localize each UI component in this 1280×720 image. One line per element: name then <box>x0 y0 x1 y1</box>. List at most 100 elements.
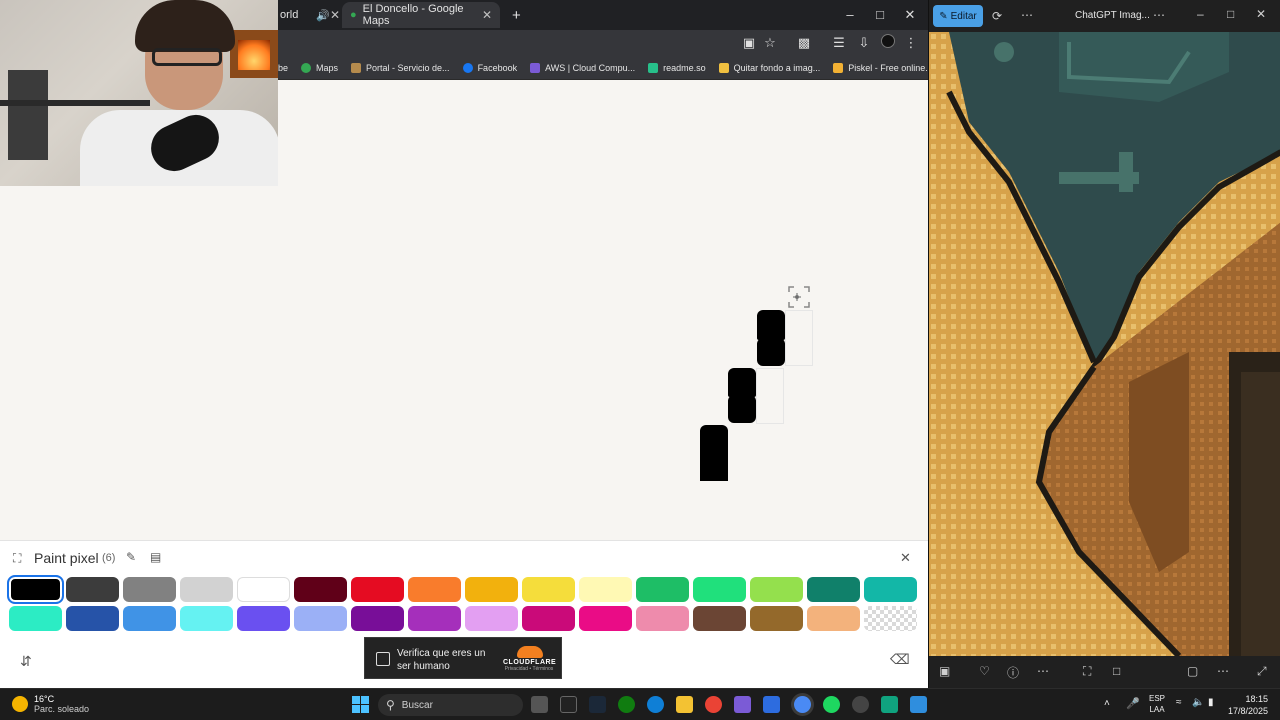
extensions-icon[interactable]: ▩ <box>795 34 813 52</box>
color-swatch[interactable] <box>807 606 860 631</box>
close-tab-icon[interactable]: ✕ <box>330 8 340 22</box>
captcha-checkbox[interactable] <box>376 652 390 666</box>
filmstrip-icon[interactable]: ▣ <box>939 664 950 678</box>
fullscreen-icon[interactable]: ⤢ <box>1257 664 1267 679</box>
download-icon[interactable]: ⇩ <box>855 34 873 52</box>
minimize-icon[interactable]: – <box>838 4 862 26</box>
chrome-icon[interactable] <box>705 696 722 713</box>
painted-pixel[interactable] <box>700 425 728 454</box>
more-options-icon[interactable]: ⋯ <box>1021 8 1033 22</box>
browser-menu-icon[interactable]: ⋮ <box>902 34 920 52</box>
bookmark-star-icon[interactable]: ☆ <box>761 34 779 52</box>
color-swatch[interactable] <box>408 577 461 602</box>
select-area-icon[interactable]: □ <box>1113 664 1120 678</box>
color-swatch[interactable] <box>750 577 803 602</box>
more-options-icon[interactable]: ⋯ <box>1037 664 1049 678</box>
tab-previous[interactable]: orld 🔊 ✕ <box>272 2 342 28</box>
new-tab-button[interactable]: + <box>504 2 524 28</box>
painted-pixel[interactable] <box>757 310 785 340</box>
minimize-icon[interactable]: – <box>1197 7 1204 21</box>
color-swatch[interactable] <box>579 606 632 631</box>
volume-icon[interactable]: 🔈 <box>1192 697 1204 708</box>
start-button[interactable] <box>352 696 369 713</box>
color-swatch[interactable] <box>123 577 176 602</box>
tray-overflow-icon[interactable]: ˄ <box>1104 698 1110 709</box>
bookmark-readme[interactable]: readme.so <box>648 62 706 73</box>
weather-widget[interactable]: 16°C Parc. soleado <box>12 694 89 714</box>
fill-icon[interactable]: ▤ <box>150 550 161 564</box>
color-swatch[interactable] <box>864 577 917 602</box>
color-swatch[interactable] <box>180 606 233 631</box>
maximize-icon[interactable]: □ <box>868 4 892 26</box>
expand-vertical-icon[interactable]: ⇵ <box>20 653 32 670</box>
color-swatch[interactable] <box>408 606 461 631</box>
color-swatch[interactable] <box>294 606 347 631</box>
chatgpt-icon[interactable] <box>881 696 898 713</box>
edit-button[interactable]: ✎ Editar <box>933 5 983 27</box>
xbox-icon[interactable] <box>618 696 635 713</box>
color-swatch[interactable] <box>579 577 632 602</box>
microphone-icon[interactable]: 🎤 <box>1126 697 1140 710</box>
crop-icon[interactable]: ⛶ <box>1083 664 1091 679</box>
battery-icon[interactable]: ▮ <box>1208 697 1214 708</box>
painted-pixel[interactable] <box>757 338 785 366</box>
favorite-heart-icon[interactable]: ♡ <box>979 664 990 678</box>
tab-google-maps[interactable]: ● El Doncello - Google Maps ✕ <box>342 2 500 28</box>
bookmark-portal[interactable]: Portal - Servicio de... <box>351 62 450 73</box>
pencil-icon[interactable]: ✎ <box>126 550 136 564</box>
color-swatch[interactable] <box>522 606 575 631</box>
media-controls-icon[interactable]: ☰ <box>830 34 848 52</box>
rotate-icon[interactable]: ⟳ <box>992 9 1002 23</box>
close-window-icon[interactable]: ✕ <box>1256 7 1266 21</box>
spotify-icon[interactable] <box>823 696 840 713</box>
color-swatch[interactable] <box>7 575 64 604</box>
chrome-active-icon[interactable] <box>794 696 811 713</box>
color-swatch[interactable] <box>693 606 746 631</box>
photos-icon[interactable] <box>910 696 927 713</box>
close-window-icon[interactable]: ✕ <box>898 4 922 26</box>
fit-screen-icon[interactable]: ▢ <box>1187 664 1198 678</box>
painted-pixel[interactable] <box>728 395 756 423</box>
color-swatch[interactable] <box>66 577 119 602</box>
color-swatch[interactable] <box>750 606 803 631</box>
epic-games-icon[interactable] <box>560 696 577 713</box>
color-swatch[interactable] <box>864 606 917 631</box>
color-swatch[interactable] <box>465 577 518 602</box>
expand-icon[interactable]: ⛶ <box>13 551 21 566</box>
bookmark-maps[interactable]: Maps <box>301 62 338 73</box>
notepad-icon[interactable] <box>763 696 780 713</box>
bookmark-piskel[interactable]: Piskel - Free online... <box>833 62 928 73</box>
bookmark-item[interactable]: be <box>278 63 288 73</box>
painted-pixel[interactable] <box>700 452 728 481</box>
bookmark-aws[interactable]: AWS | Cloud Compu... <box>530 62 635 73</box>
obs-icon[interactable] <box>852 696 869 713</box>
speaker-icon[interactable]: 🔊 <box>316 9 330 22</box>
color-swatch[interactable] <box>237 606 290 631</box>
more-options-icon[interactable]: ⋯ <box>1217 664 1229 678</box>
profile-avatar-icon[interactable] <box>878 34 898 52</box>
edge-icon[interactable] <box>647 696 664 713</box>
color-swatch[interactable] <box>522 577 575 602</box>
color-swatch[interactable] <box>693 577 746 602</box>
color-swatch[interactable] <box>636 577 689 602</box>
language-indicator[interactable]: ESP LAA <box>1149 693 1165 715</box>
bookmark-quitar-fondo[interactable]: Quitar fondo a imag... <box>718 62 820 73</box>
wifi-icon[interactable]: ≈ <box>1176 697 1182 708</box>
install-app-icon[interactable]: ▣ <box>740 34 758 52</box>
color-swatch[interactable] <box>9 606 62 631</box>
maximize-icon[interactable]: □ <box>1227 7 1234 21</box>
file-explorer-icon[interactable] <box>676 696 693 713</box>
color-swatch[interactable] <box>351 577 404 602</box>
color-swatch[interactable] <box>465 606 518 631</box>
color-swatch[interactable] <box>123 606 176 631</box>
taskbar-search[interactable]: ⚲ Buscar <box>378 694 523 716</box>
eraser-icon[interactable]: ⌫ <box>890 651 910 668</box>
color-swatch[interactable] <box>294 577 347 602</box>
bookmark-facebook[interactable]: Facebook <box>462 62 517 73</box>
info-icon[interactable]: ⓘ <box>1007 664 1019 681</box>
color-swatch[interactable] <box>237 577 290 602</box>
close-panel-icon[interactable]: ✕ <box>900 550 911 566</box>
color-swatch[interactable] <box>66 606 119 631</box>
captcha-links[interactable]: Privacidad • Términos <box>503 666 555 672</box>
painted-pixel[interactable] <box>728 368 756 397</box>
